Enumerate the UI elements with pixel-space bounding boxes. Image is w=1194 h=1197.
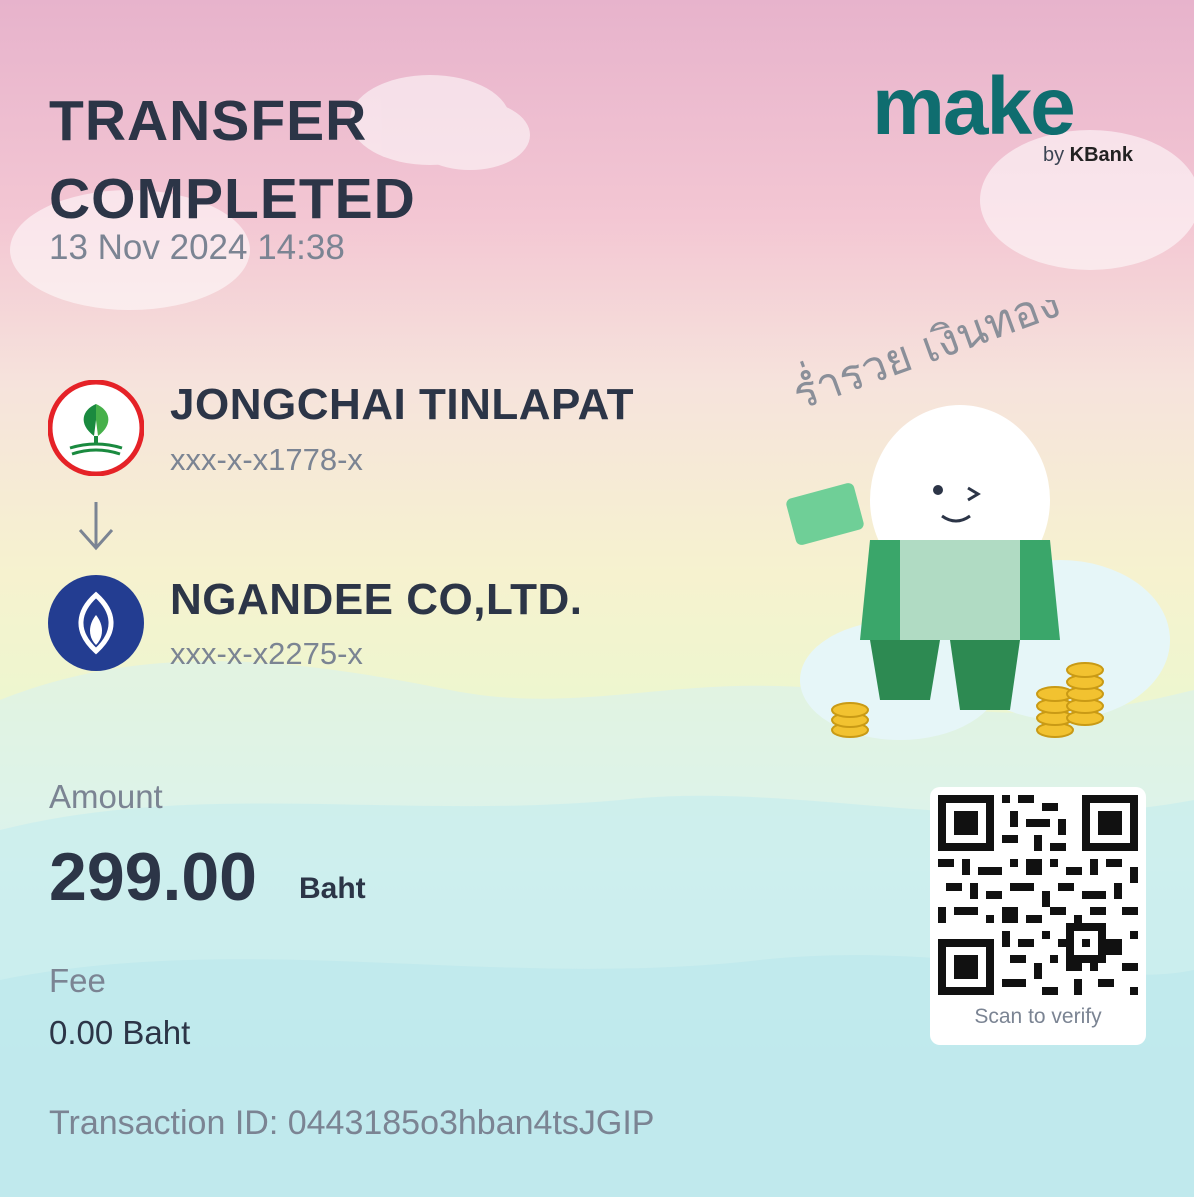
mascot-illustration: ร่ำรวย เงินทอง [760, 271, 1180, 760]
arrow-down-icon [74, 498, 118, 554]
amount-value: 299.00 [49, 839, 257, 915]
sender-account: xxx-x-x1778-x [170, 442, 363, 477]
amount-label: Amount [49, 778, 163, 815]
thai-blessing-text: ร่ำรวย เงินทอง [784, 300, 1067, 420]
transfer-datetime: 13 Nov 2024 14:38 [49, 228, 345, 267]
qr-card[interactable]: Scan to verify [930, 787, 1146, 1045]
kbank-icon [47, 379, 145, 477]
receiver-name: NGANDEE CO,LTD. [170, 575, 583, 624]
fee-value: 0.00 Baht [49, 1014, 191, 1051]
receiver-account: xxx-x-x2275-x [170, 636, 363, 671]
title-line-1: TRANSFER [49, 89, 368, 153]
qr-code-icon[interactable] [938, 795, 1138, 995]
fee-label: Fee [49, 962, 106, 999]
page-title: TRANSFER COMPLETED [49, 82, 416, 238]
amount-unit: Baht [299, 872, 366, 905]
make-logo: make by KBank [872, 66, 1148, 176]
scan-to-verify-caption: Scan to verify [974, 1005, 1102, 1028]
transaction-id: Transaction ID: 0443185o3hban4tsJGIP [49, 1104, 655, 1142]
sender-name: JONGCHAI TINLAPAT [170, 380, 634, 429]
logo-byline: by KBank [1042, 144, 1133, 166]
logo-wordmark: make [872, 61, 1076, 152]
bangkok-bank-icon [48, 575, 144, 671]
title-line-2: COMPLETED [49, 167, 416, 231]
